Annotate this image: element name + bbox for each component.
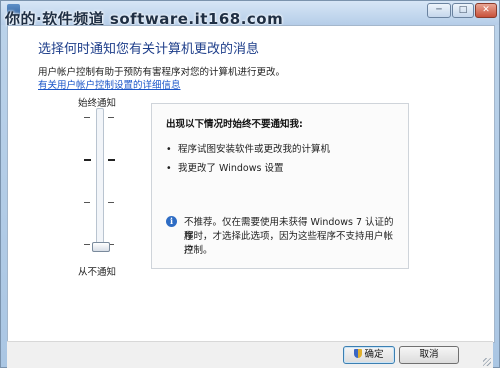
description-panel: 出现以下情况时始终不要通知我: • 程序试图安装软件或更改我的计算机 • 我更改了 … [151,103,409,269]
minimize-button[interactable]: ─ [427,3,451,18]
slider-tick [84,202,90,203]
slider-tick [108,117,114,118]
cancel-button[interactable]: 取消 [399,346,459,364]
slider-tick [84,159,91,161]
button-bar: 确定 取消 [7,341,493,368]
slider-track[interactable] [96,108,104,252]
maximize-button[interactable]: □ [452,3,474,18]
note-line: 控制。 [184,245,213,256]
list-item: • 程序试图安装软件或更改我的计算机 [166,144,331,155]
bullet-text: 我更改了 Windows 设置 [178,163,284,174]
slider-tick [108,202,114,203]
info-icon: i [166,216,177,227]
content-area: 选择何时通知您有关计算机更改的消息 用户帐户控制有助于预防有害程序对您的计算机进… [7,25,495,343]
page-title: 选择何时通知您有关计算机更改的消息 [38,42,260,57]
resize-grip[interactable] [483,358,491,366]
window: ─ □ ✕ 你的·软件频道 software.it168.com 选择何时通知您… [0,0,500,368]
slider-label-top: 始终通知 [78,98,117,109]
slider-tick [84,117,90,118]
slider-label-bottom: 从不通知 [78,267,117,278]
panel-title: 出现以下情况时始终不要通知我: [166,119,303,130]
slider-thumb[interactable] [92,242,110,252]
list-item: • 我更改了 Windows 设置 [166,163,284,174]
slider-tick [84,244,90,245]
slider-tick [108,159,115,161]
help-link[interactable]: 有关用户帐户控制设置的详细信息 [38,77,181,91]
bullet-text: 程序试图安装软件或更改我的计算机 [178,144,331,155]
description: 用户帐户控制有助于预防有害程序对您的计算机进行更改。 [38,67,286,78]
close-button[interactable]: ✕ [475,3,497,18]
shield-icon [354,349,363,358]
ok-button[interactable]: 确定 [343,346,395,364]
ok-label: 确定 [364,349,384,360]
